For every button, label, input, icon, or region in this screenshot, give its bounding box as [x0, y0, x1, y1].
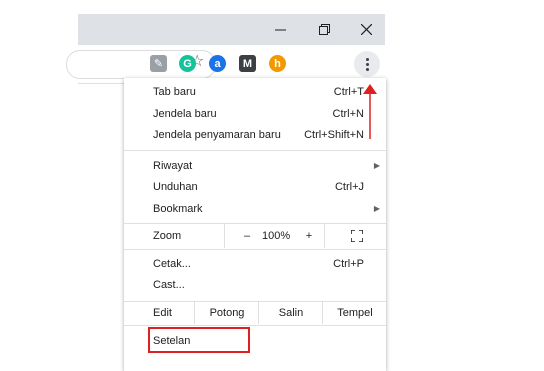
menu-item-label: Unduhan: [153, 181, 198, 193]
settings-highlight-box: [148, 327, 250, 353]
menu-item-shortcut: Ctrl+P: [333, 258, 364, 270]
menu-item-label: Cetak...: [153, 258, 191, 270]
menu-item-label: Riwayat: [153, 160, 193, 172]
close-button[interactable]: [344, 14, 388, 45]
gmail-m-icon[interactable]: M: [239, 55, 256, 72]
edit-label: Edit: [153, 307, 172, 319]
menu-item-downloads[interactable]: Unduhan Ctrl+J: [124, 176, 386, 198]
fullscreen-button[interactable]: [324, 224, 387, 248]
zoom-in-button[interactable]: +: [294, 224, 324, 248]
pdf-extension-icon[interactable]: ✎: [150, 55, 167, 72]
grammarly-icon[interactable]: G: [179, 55, 196, 72]
honey-icon[interactable]: h: [269, 55, 286, 72]
copy-button[interactable]: Salin: [258, 302, 323, 324]
minimize-icon: [274, 29, 286, 31]
menu-item-label: Jendela baru: [153, 108, 217, 120]
copy-label: Salin: [278, 307, 304, 319]
menu-divider: [124, 150, 386, 151]
close-icon: [360, 24, 372, 35]
menu-item-print[interactable]: Cetak... Ctrl+P: [124, 253, 386, 275]
menu-item-incognito[interactable]: Jendela penyamaran baru Ctrl+Shift+N: [124, 124, 386, 146]
menu-item-label: Tab baru: [153, 86, 196, 98]
restore-button[interactable]: [302, 14, 346, 45]
menu-item-new-tab[interactable]: Tab baru Ctrl+T: [124, 81, 386, 103]
fullscreen-icon: [351, 230, 363, 242]
menu-item-label: Bookmark: [153, 203, 203, 215]
menu-divider: [124, 249, 386, 250]
cut-button[interactable]: Potong: [194, 302, 259, 324]
zoom-label: Zoom: [153, 230, 182, 242]
menu-item-shortcut: Ctrl+T: [333, 86, 364, 98]
menu-item-shortcut: Ctrl+J: [334, 181, 364, 193]
cut-label: Potong: [209, 307, 245, 319]
menu-item-bookmarks[interactable]: Bookmark ▶: [124, 198, 386, 220]
paste-button[interactable]: Tempel: [322, 302, 387, 324]
submenu-arrow-icon: ▶: [373, 204, 380, 213]
menu-zoom-row: Zoom – 100% +: [124, 224, 386, 248]
red-arrow-icon: [363, 84, 377, 139]
menu-item-label: Jendela penyamaran baru: [153, 129, 281, 141]
kebab-menu-icon[interactable]: [354, 51, 380, 77]
menu-item-shortcut: Ctrl+N: [332, 108, 364, 120]
menu-edit-row: Edit Potong Salin Tempel: [124, 302, 386, 324]
zoom-minus-label: –: [243, 230, 251, 242]
restore-icon: [318, 24, 330, 35]
minimize-button[interactable]: [258, 14, 302, 45]
zoom-value: 100%: [262, 230, 291, 242]
title-bar: [78, 14, 385, 45]
extension-a-icon[interactable]: a: [209, 55, 226, 72]
zoom-plus-label: +: [305, 230, 313, 242]
menu-item-new-window[interactable]: Jendela baru Ctrl+N: [124, 103, 386, 125]
menu-item-label: Cast...: [153, 279, 185, 291]
menu-divider: [124, 325, 386, 326]
menu-item-cast[interactable]: Cast...: [124, 274, 386, 296]
menu-item-history[interactable]: Riwayat ▶: [124, 155, 386, 177]
paste-label: Tempel: [337, 307, 373, 319]
menu-item-shortcut: Ctrl+Shift+N: [304, 129, 364, 141]
submenu-arrow-icon: ▶: [373, 161, 380, 170]
